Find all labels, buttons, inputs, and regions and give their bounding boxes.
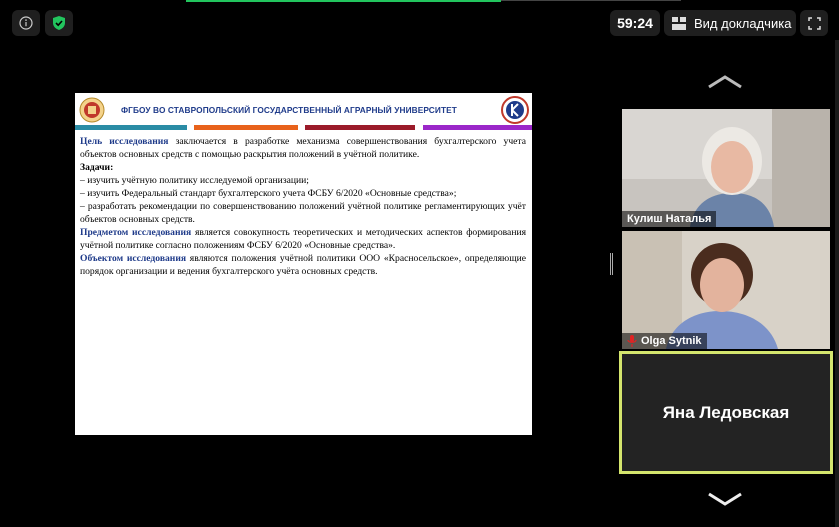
muted-mic-icon [627,335,637,347]
participant-name: Кулиш Наталья [627,213,712,225]
view-mode-button[interactable]: Вид докладчика [664,10,796,36]
view-mode-label: Вид докладчика [694,15,792,31]
header-stripe-2 [194,125,298,130]
top-divider [501,0,681,1]
chevron-up-icon[interactable] [705,74,745,90]
university-crest-icon [79,97,105,123]
header-stripe-3 [305,125,415,130]
participant-video-tile[interactable]: Olga Sytnik [622,231,830,349]
subject-paragraph: Предметом исследования является совокупн… [80,226,526,252]
university-name: ФГБОУ ВО СТАВРОПОЛЬСКИЙ ГОСУДАРСТВЕННЫЙ … [121,105,457,115]
encryption-button[interactable] [45,10,73,36]
window-edge [835,40,839,527]
participant-name-badge: Кулиш Наталья [622,211,717,227]
object-lead: Объектом исследования [80,253,187,264]
participant-video-icon [622,109,830,227]
panel-resize-handle[interactable] [610,253,613,275]
object-paragraph: Объектом исследования являются положения… [80,252,526,278]
participant-name: Яна Ледовская [662,402,790,422]
participant-video-tile[interactable]: Кулиш Наталья [622,109,830,227]
task-item: – изучить Федеральный стандарт бухгалтер… [80,188,457,199]
fullscreen-icon [807,16,821,30]
slide-header: ФГБОУ ВО СТАВРОПОЛЬСКИЙ ГОСУДАРСТВЕННЫЙ … [75,93,532,130]
info-icon [19,16,33,30]
slide-body: Цель исследования заключается в разработ… [80,135,526,278]
goal-lead: Цель исследования [80,136,169,147]
task-item: – разработать рекомендации по совершенст… [80,201,526,225]
header-stripe-1 [75,125,187,130]
participant-name: Olga Sytnik [641,335,702,347]
conference-logo-icon [501,96,529,124]
participant-name-badge: Olga Sytnik [622,333,707,349]
shield-check-icon [53,16,65,30]
tasks-title: Задачи: [80,162,114,173]
view-grid-icon [672,16,686,30]
task-item: – изучить учётную политику исследуемой о… [80,175,309,186]
shared-slide: ФГБОУ ВО СТАВРОПОЛЬСКИЙ ГОСУДАРСТВЕННЫЙ … [75,93,532,435]
participant-video-icon [622,231,830,349]
fullscreen-button[interactable] [800,10,828,36]
subject-lead: Предметом исследования [80,227,192,238]
goal-paragraph: Цель исследования заключается в разработ… [80,135,526,161]
header-stripe-4 [423,125,532,130]
chevron-down-icon[interactable] [705,491,745,507]
meeting-progress-line [186,0,501,2]
active-speaker-tile[interactable]: Яна Ледовская [619,351,833,474]
meeting-timer: 59:24 [610,10,660,36]
meeting-info-button[interactable] [12,10,40,36]
